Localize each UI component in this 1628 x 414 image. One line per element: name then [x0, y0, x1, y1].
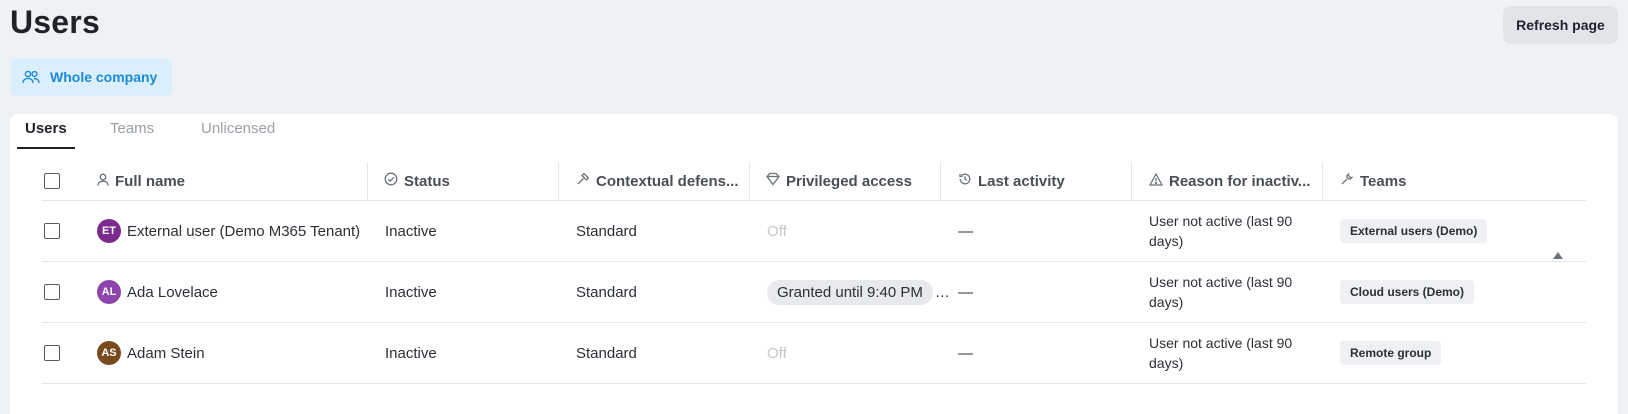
- row-checkbox[interactable]: [44, 284, 60, 300]
- column-header-teams[interactable]: Teams: [1340, 162, 1406, 200]
- last-activity-value: —: [958, 222, 973, 240]
- column-header-last-activity[interactable]: Last activity: [958, 162, 1065, 200]
- contextual-defense-value: Standard: [576, 344, 637, 362]
- scope-selector-button[interactable]: Whole company: [10, 58, 172, 96]
- user-full-name[interactable]: Adam Stein: [127, 345, 205, 362]
- contextual-defense-value: Standard: [576, 283, 637, 301]
- last-activity-value: —: [958, 344, 973, 362]
- row-checkbox[interactable]: [44, 345, 60, 361]
- privileged-access-badge[interactable]: Granted until 9:40 PM: [767, 279, 933, 305]
- tab-bar: Users Teams Unlicensed: [10, 114, 1618, 150]
- page-title: Users: [10, 4, 100, 40]
- warning-icon: [1148, 172, 1164, 190]
- team-badge[interactable]: Remote group: [1340, 341, 1442, 365]
- tab-teams[interactable]: Teams: [110, 120, 154, 147]
- last-activity-value: —: [958, 283, 973, 301]
- status-value: Inactive: [385, 344, 437, 362]
- select-all-checkbox[interactable]: [44, 173, 60, 189]
- user-full-name[interactable]: Ada Lovelace: [127, 284, 218, 301]
- status-value: Inactive: [385, 283, 437, 301]
- row-checkbox[interactable]: [44, 223, 60, 239]
- column-header-privileged-access[interactable]: Privileged access: [766, 162, 912, 200]
- table-row[interactable]: AS Adam Stein Inactive Standard Off — Us…: [42, 323, 1586, 384]
- overflow-ellipsis: …: [934, 283, 950, 301]
- scroll-up-arrow-icon[interactable]: [1553, 252, 1563, 259]
- diamond-shield-icon: [766, 172, 780, 190]
- column-header-full-name[interactable]: Full name: [97, 162, 185, 200]
- team-badge[interactable]: Cloud users (Demo): [1340, 280, 1475, 304]
- column-header-reason-inactive[interactable]: Reason for inactiv...: [1148, 162, 1310, 200]
- reason-inactive-value: User not active (last 90 days): [1149, 335, 1293, 371]
- status-value: Inactive: [385, 222, 437, 240]
- avatar: AL: [97, 280, 121, 304]
- reason-inactive-value: User not active (last 90 days): [1149, 213, 1293, 249]
- column-header-status[interactable]: Status: [384, 162, 450, 200]
- privileged-access-value: Off: [767, 344, 787, 362]
- history-icon: [958, 172, 972, 190]
- table-row[interactable]: ET External user (Demo M365 Tenant) Inac…: [42, 201, 1586, 262]
- avatar: AS: [97, 341, 121, 365]
- table-row[interactable]: AL Ada Lovelace Inactive Standard Grante…: [42, 262, 1586, 323]
- user-full-name[interactable]: External user (Demo M365 Tenant): [127, 223, 360, 240]
- privileged-access-value: Off: [767, 222, 787, 240]
- column-header-contextual-defense[interactable]: Contextual defens...: [576, 162, 739, 200]
- refresh-page-button[interactable]: Refresh page: [1503, 6, 1618, 44]
- avatar: ET: [97, 219, 121, 243]
- team-badge[interactable]: External users (Demo): [1340, 219, 1488, 243]
- hammer-icon: [576, 172, 590, 190]
- tab-unlicensed[interactable]: Unlicensed: [201, 120, 275, 147]
- user-icon: [97, 173, 109, 190]
- users-panel: Users Teams Unlicensed Full name Status: [10, 114, 1618, 414]
- table-header: Full name Status Contextual defens... Pr…: [42, 162, 1586, 201]
- contextual-defense-value: Standard: [576, 222, 637, 240]
- scope-label: Whole company: [50, 69, 158, 85]
- users-group-icon: [22, 70, 40, 84]
- check-circle-icon: [384, 172, 398, 190]
- reason-inactive-value: User not active (last 90 days): [1149, 274, 1293, 310]
- tab-users[interactable]: Users: [17, 120, 75, 149]
- wrench-icon: [1340, 172, 1354, 190]
